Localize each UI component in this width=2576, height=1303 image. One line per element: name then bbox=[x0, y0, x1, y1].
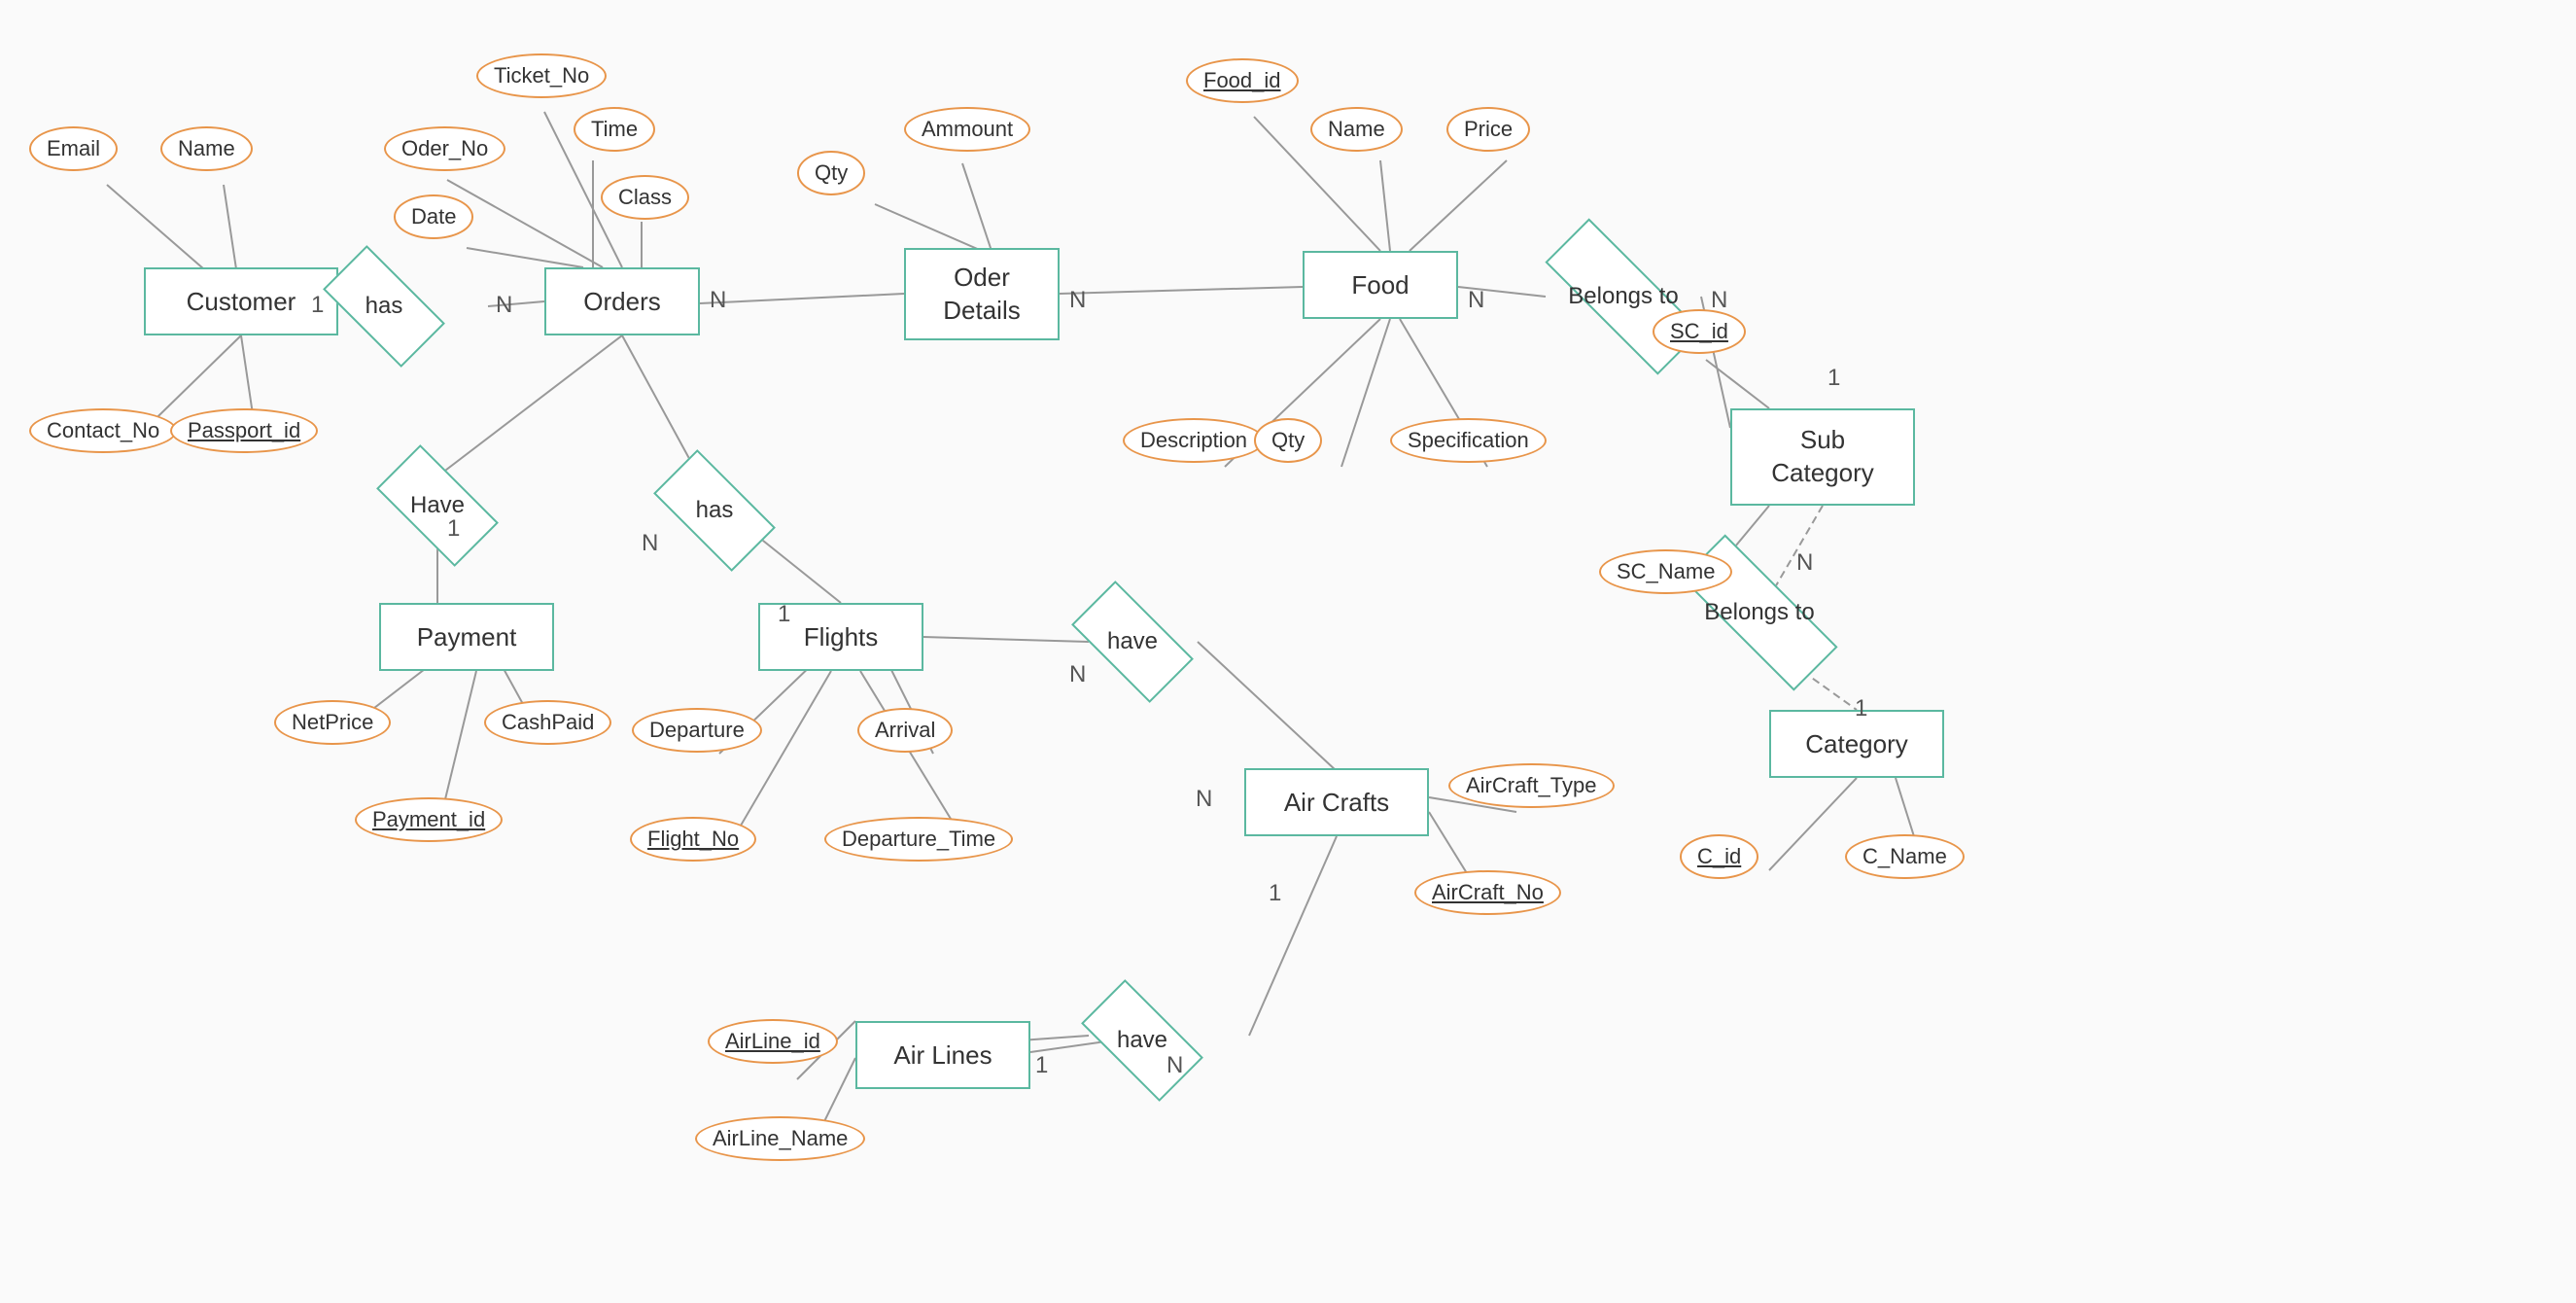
attr-description: Description bbox=[1123, 418, 1265, 463]
attr-arrival: Arrival bbox=[857, 708, 953, 753]
attr-oder-no: Oder_No bbox=[384, 126, 505, 171]
rel-have2: have bbox=[1079, 613, 1186, 671]
attr-email: Email bbox=[29, 126, 118, 171]
entity-customer: Customer bbox=[144, 267, 338, 335]
entity-payment: Payment bbox=[379, 603, 554, 671]
attr-food-id: Food_id bbox=[1186, 58, 1299, 103]
cardinal-1f: 1 bbox=[1828, 365, 1840, 392]
attr-aircraft-no: AirCraft_No bbox=[1414, 870, 1561, 915]
attr-class: Class bbox=[601, 175, 689, 220]
attr-sc-id: SC_id bbox=[1653, 309, 1746, 354]
cardinal-ng: N bbox=[1069, 661, 1086, 688]
attr-departure: Departure bbox=[632, 708, 762, 753]
entity-subcategory: SubCategory bbox=[1730, 408, 1915, 506]
cardinal-nd: N bbox=[1468, 287, 1484, 314]
attr-ticket-no: Ticket_No bbox=[476, 53, 607, 98]
cardinal-ni: N bbox=[1166, 1052, 1183, 1079]
attr-contact-no: Contact_No bbox=[29, 408, 177, 453]
attr-price: Price bbox=[1446, 107, 1530, 152]
cardinal-nh: N bbox=[1196, 786, 1212, 813]
entity-orders: Orders bbox=[544, 267, 700, 335]
cardinal-na: N bbox=[496, 292, 512, 319]
attr-flight-no: Flight_No bbox=[630, 817, 756, 862]
attr-payment-id: Payment_id bbox=[355, 797, 503, 842]
cardinal-ne: N bbox=[1711, 287, 1727, 314]
attr-ammount: Ammount bbox=[904, 107, 1030, 152]
entity-aircrafts: Air Crafts bbox=[1244, 768, 1429, 836]
cardinal-nf: N bbox=[642, 530, 658, 557]
cardinal-1e: 1 bbox=[1035, 1052, 1048, 1079]
attr-departure-time: Departure_Time bbox=[824, 817, 1013, 862]
attr-passport-id: Passport_id bbox=[170, 408, 318, 453]
attr-netprice: NetPrice bbox=[274, 700, 391, 745]
cardinal-nc: N bbox=[1069, 287, 1086, 314]
er-diagram: Customer Orders OderDetails Food Payment… bbox=[0, 0, 2576, 1303]
rel-belongsto2: Belongs to bbox=[1682, 583, 1837, 642]
rel-has2: has bbox=[661, 481, 768, 540]
cardinal-nb: N bbox=[710, 287, 726, 314]
attr-sc-name: SC_Name bbox=[1599, 549, 1732, 594]
attr-qty1: Qty bbox=[797, 151, 865, 195]
attr-aircraft-type: AirCraft_Type bbox=[1448, 763, 1615, 808]
cardinal-1g: 1 bbox=[1855, 695, 1867, 722]
attr-name-customer: Name bbox=[160, 126, 253, 171]
attr-specification: Specification bbox=[1390, 418, 1547, 463]
attr-cashpaid: CashPaid bbox=[484, 700, 611, 745]
attr-c-name: C_Name bbox=[1845, 834, 1965, 879]
cardinal-1b: 1 bbox=[447, 515, 460, 543]
attr-airline-name: AirLine_Name bbox=[695, 1116, 865, 1161]
entity-airlines: Air Lines bbox=[855, 1021, 1030, 1089]
attr-date: Date bbox=[394, 194, 473, 239]
attr-airline-id: AirLine_id bbox=[708, 1019, 838, 1064]
rel-has1: has bbox=[331, 277, 437, 335]
entity-food: Food bbox=[1303, 251, 1458, 319]
entity-orderdetails: OderDetails bbox=[904, 248, 1060, 340]
attr-qty2: Qty bbox=[1254, 418, 1322, 463]
cardinal-1a: 1 bbox=[311, 292, 324, 319]
cardinal-nj: N bbox=[1796, 549, 1813, 577]
rel-have1: Have bbox=[384, 476, 491, 535]
attr-name-food: Name bbox=[1310, 107, 1403, 152]
attr-time: Time bbox=[574, 107, 655, 152]
attr-c-id: C_id bbox=[1680, 834, 1758, 879]
cardinal-1c: 1 bbox=[778, 601, 790, 628]
cardinal-1d: 1 bbox=[1269, 880, 1281, 907]
